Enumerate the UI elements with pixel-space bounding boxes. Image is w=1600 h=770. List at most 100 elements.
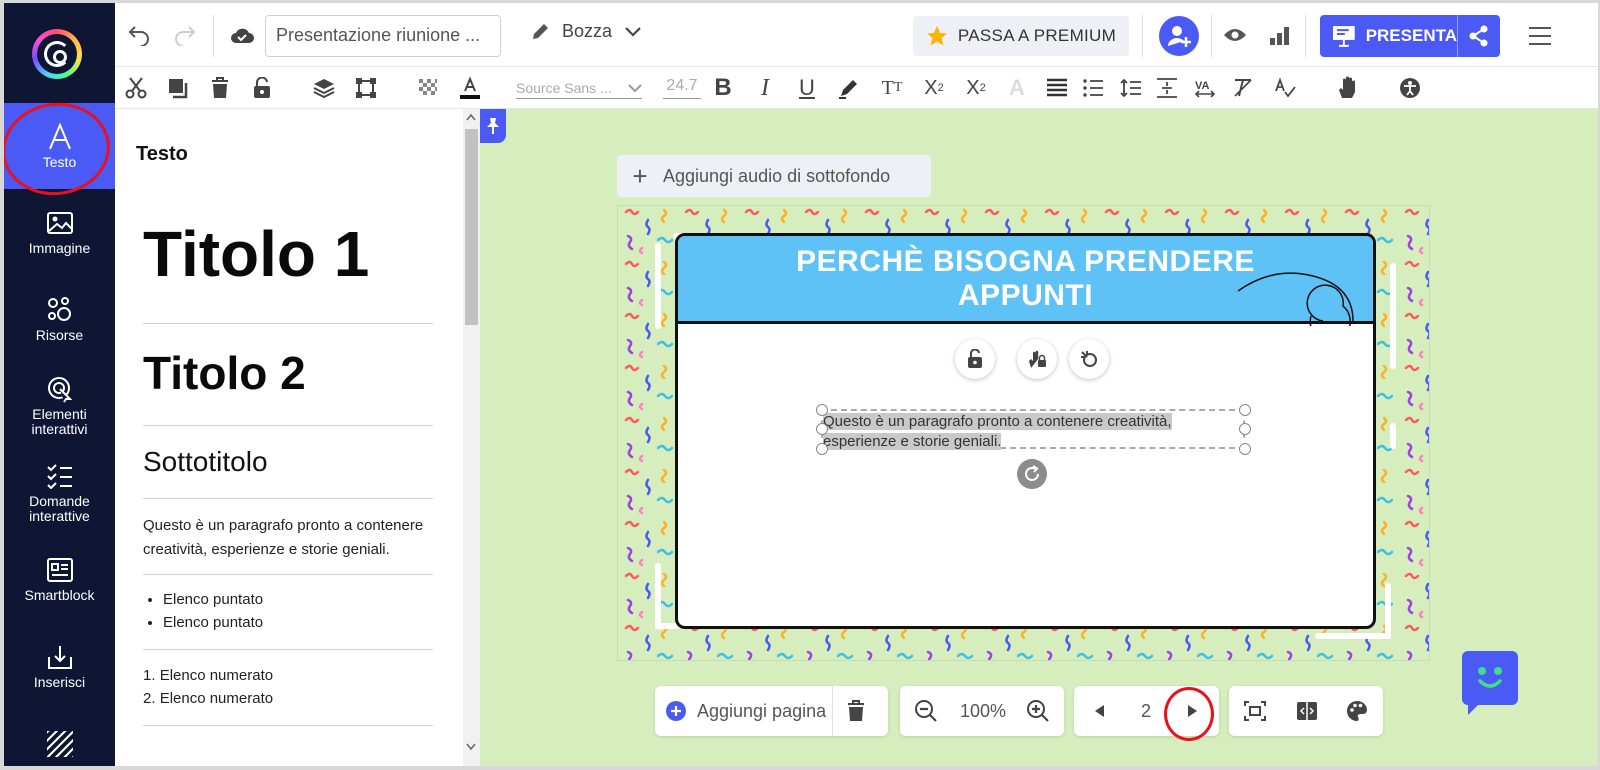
undo-icon[interactable] <box>125 21 153 49</box>
bullet-list-style[interactable]: Elenco puntato Elenco puntato <box>163 588 263 634</box>
font-family-select[interactable]: Source Sans ... <box>516 77 642 99</box>
selected-paragraph[interactable]: Questo è un paragrafo pronto a contenere… <box>823 412 1172 452</box>
presentation-icon <box>1332 26 1355 47</box>
nav-item-interactive-elements[interactable]: Elementi interattivi <box>4 374 115 437</box>
star-icon <box>926 26 947 46</box>
italic-icon[interactable]: I <box>754 75 776 101</box>
add-background-audio-button[interactable]: + Aggiungi audio di sottofondo <box>617 155 931 197</box>
pin-panel-button[interactable] <box>480 109 506 143</box>
split-view-icon <box>1297 702 1317 720</box>
add-user-icon <box>1168 26 1191 47</box>
zoom-in-button[interactable] <box>1014 699 1062 723</box>
resize-handle[interactable] <box>816 404 828 416</box>
hand-tool-icon[interactable] <box>1335 76 1361 100</box>
fit-screen-button[interactable] <box>1229 701 1281 721</box>
resize-handle[interactable] <box>816 443 828 455</box>
chat-assistant-button[interactable] <box>1462 651 1518 715</box>
add-page-button[interactable]: Aggiungi pagina <box>655 700 826 722</box>
nav-item-label: Smartblock <box>24 587 95 603</box>
resize-handle[interactable] <box>1239 404 1251 416</box>
audio-label: Aggiungi audio di sottofondo <box>663 165 891 186</box>
slide-title-line1[interactable]: PERCHÈ BISOGNA PRENDERE <box>796 245 1255 278</box>
triangle-left-icon <box>1095 705 1104 717</box>
zoom-out-button[interactable] <box>900 699 952 723</box>
text-effect-icon[interactable]: A <box>1005 75 1029 100</box>
share-button[interactable] <box>1458 15 1500 57</box>
paragraph-style[interactable]: Questo è un paragrafo pronto a contenere… <box>143 514 443 562</box>
underline-icon[interactable]: U <box>795 75 819 101</box>
resize-handle[interactable] <box>1239 443 1251 455</box>
spellcheck-icon[interactable] <box>1273 76 1297 100</box>
nav-item-interactive-questions[interactable]: Domande interattive <box>4 461 115 524</box>
resize-handle[interactable] <box>1239 423 1251 435</box>
panel-title: Testo <box>136 143 188 165</box>
zoom-level: 100% <box>959 700 1007 721</box>
presentation-title-input[interactable]: Presentazione riunione ... <box>265 15 501 57</box>
align-justify-icon[interactable] <box>1045 76 1069 100</box>
add-collaborator-button[interactable] <box>1159 16 1199 56</box>
subtitle-style[interactable]: Sottotitolo <box>143 446 268 478</box>
genially-logo-icon[interactable] <box>32 29 82 79</box>
delete-page-button[interactable] <box>833 700 879 722</box>
pattern-icon[interactable] <box>47 731 73 757</box>
duplicate-icon[interactable] <box>165 76 191 100</box>
nav-item-resources[interactable]: Risorse <box>4 295 115 343</box>
selected-text-line2: esperienze e storie geniali. <box>823 433 1002 450</box>
superscript-icon[interactable]: X2 <box>921 76 947 100</box>
delete-icon[interactable] <box>207 76 233 100</box>
current-page-number[interactable]: 2 <box>1124 701 1168 722</box>
scroll-up-icon[interactable] <box>466 113 476 121</box>
previous-page-button[interactable] <box>1074 704 1124 718</box>
layers-icon[interactable] <box>311 76 337 100</box>
lock-position-button[interactable] <box>1017 339 1057 379</box>
present-button[interactable]: PRESENTA <box>1320 15 1500 57</box>
title2-style[interactable]: Titolo 2 <box>143 346 306 400</box>
resize-handle[interactable] <box>816 423 828 435</box>
rotate-icon <box>1025 465 1039 481</box>
paragraph-spacing-icon[interactable] <box>1155 76 1179 100</box>
highlight-icon[interactable] <box>837 76 861 100</box>
analytics-icon[interactable] <box>1267 23 1293 47</box>
divider <box>143 498 433 499</box>
rotate-handle[interactable] <box>1017 459 1047 489</box>
text-color-icon[interactable] <box>457 76 483 100</box>
subscript-icon[interactable]: X2 <box>963 76 989 100</box>
text-size-icon[interactable]: TT <box>879 76 905 100</box>
accessibility-icon[interactable] <box>1397 76 1423 100</box>
theme-colors-button[interactable] <box>1333 700 1381 722</box>
numbered-list-style[interactable]: Elenco numerato Elenco numerato <box>143 664 273 710</box>
bullet-list-icon[interactable] <box>1081 76 1105 100</box>
premium-label: PASSA A PREMIUM <box>957 26 1117 45</box>
nav-item-insert[interactable]: Inserisci <box>4 642 115 690</box>
scroll-down-icon[interactable] <box>466 743 476 751</box>
transparency-icon[interactable] <box>415 76 441 100</box>
clear-format-icon[interactable] <box>1231 76 1255 100</box>
line-height-icon[interactable] <box>1119 76 1143 100</box>
divider <box>143 323 433 324</box>
preview-eye-icon[interactable] <box>1221 23 1249 47</box>
nav-item-image[interactable]: Immagine <box>4 208 115 256</box>
slide-title-line2[interactable]: APPUNTI <box>958 279 1093 312</box>
cut-icon[interactable] <box>123 76 149 100</box>
unlock-icon[interactable] <box>249 76 275 100</box>
font-size-input[interactable]: 24.7 <box>663 77 701 99</box>
title1-style[interactable]: Titolo 1 <box>143 217 369 291</box>
smartblock-icon <box>45 555 75 585</box>
align-frame-icon[interactable] <box>353 76 379 100</box>
nav-item-label: Risorse <box>35 327 84 343</box>
split-view-button[interactable] <box>1281 701 1333 721</box>
selected-text-box[interactable]: Questo è un paragrafo pronto a contenere… <box>821 409 1245 452</box>
status-dropdown[interactable]: Bozza <box>530 21 642 42</box>
menu-icon[interactable] <box>1526 23 1554 49</box>
upgrade-premium-button[interactable]: PASSA A PREMIUM <box>913 16 1129 56</box>
bold-icon[interactable]: B <box>712 74 734 101</box>
redo-icon[interactable] <box>171 21 199 49</box>
interactivity-button[interactable] <box>1069 339 1109 379</box>
letter-spacing-icon[interactable]: VA <box>1193 76 1217 100</box>
resources-icon <box>45 295 75 325</box>
panel-scroll-thumb[interactable] <box>465 129 478 325</box>
lock-element-button[interactable] <box>955 339 995 379</box>
interactive-elements-icon <box>45 374 75 404</box>
nav-item-smartblock[interactable]: Smartblock <box>4 555 115 603</box>
plus-circle-icon <box>666 701 686 721</box>
